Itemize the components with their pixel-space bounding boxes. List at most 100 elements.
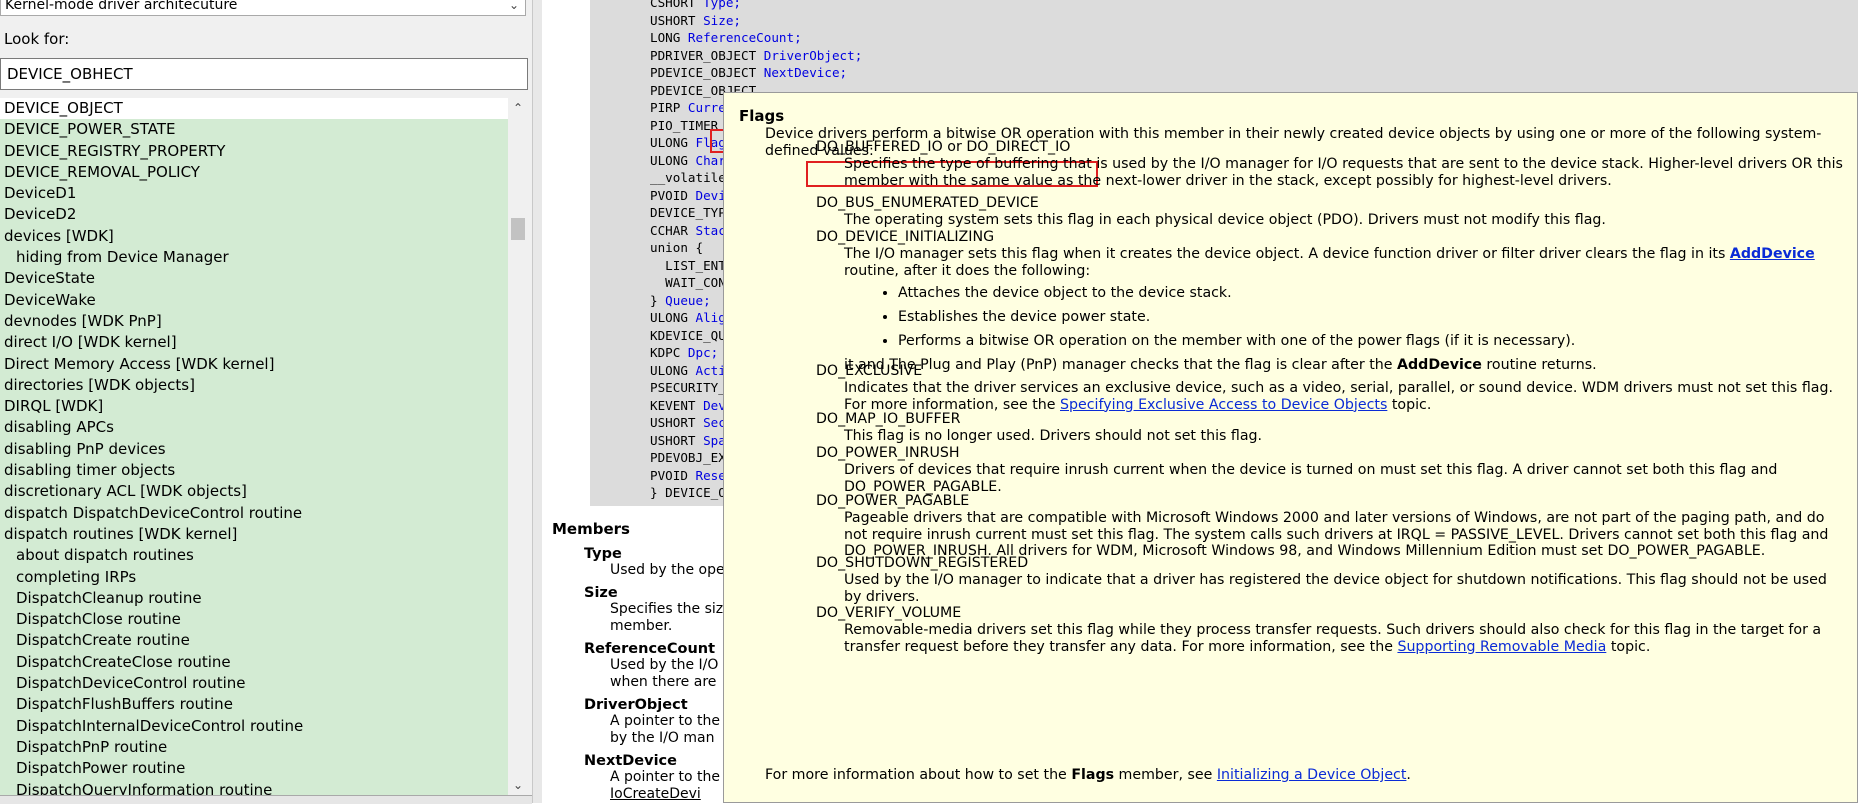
member-desc: member.	[610, 618, 673, 634]
list-item[interactable]: disabling PnP devices	[0, 438, 508, 461]
member-desc[interactable]: IoCreateDevi	[610, 786, 732, 803]
code-type: KDPC	[650, 345, 688, 360]
flag-entry: DO_POWER_INRUSH Drivers of devices that r…	[816, 445, 1844, 495]
flag-desc-link[interactable]: AddDevice	[1730, 246, 1815, 262]
member-name: Type	[584, 546, 622, 562]
list-item[interactable]: DeviceState	[0, 268, 508, 290]
list-item[interactable]: about dispatch routines	[0, 545, 508, 567]
list-item[interactable]: dispatch DispatchDeviceControl routine	[0, 502, 508, 524]
code-type: LONG	[650, 30, 688, 45]
list-item[interactable]: DispatchCreateClose routine	[0, 651, 508, 674]
flag-name: DO_BUS_ENUMERATED_DEVICE	[816, 195, 1039, 211]
list-item[interactable]: DispatchInternalDeviceControl routine	[0, 715, 508, 737]
code-type: ULONG	[650, 152, 696, 168]
member-desc: Used by the I/O	[610, 657, 719, 673]
footer-text: Flags	[1071, 767, 1115, 783]
code-type: CSHORT	[650, 0, 704, 10]
filter-dropdown[interactable]: Kernel-mode driver architecuture ⌄	[0, 0, 526, 16]
scroll-up-icon[interactable]: ⌃	[508, 98, 528, 118]
scroll-thumb[interactable]	[511, 218, 525, 240]
member-desc: A pointer to the	[610, 769, 721, 785]
code-type: PVOID	[650, 467, 696, 483]
flag-entry: DO_SHUTDOWN_REGISTERED Used by the I/O ma…	[816, 555, 1844, 605]
flag-desc-text: routine, after it does the following:	[844, 262, 1091, 279]
code-member-link[interactable]: DriverObject;	[764, 48, 863, 63]
list-item[interactable]: Direct Memory Access [WDK kernel]	[0, 353, 508, 375]
scroll-down-icon[interactable]: ⌄	[508, 775, 528, 795]
footer-text: member, see	[1114, 767, 1217, 783]
list-item[interactable]: DispatchQueryInformation routine	[0, 779, 508, 795]
member-desc: Used by the ope	[610, 562, 725, 578]
list-item[interactable]: hiding from Device Manager	[0, 247, 508, 269]
code-type: PDEVICE_OBJECT	[650, 65, 764, 80]
list-item[interactable]: DispatchCleanup routine	[0, 587, 508, 610]
chevron-down-icon[interactable]: ⌄	[509, 0, 519, 15]
list-item[interactable]: directories [WDK objects]	[0, 374, 508, 397]
list-item[interactable]: DeviceWake	[0, 289, 508, 311]
code-member-link[interactable]: Size;	[703, 13, 741, 28]
code-type: KEVENT	[650, 397, 704, 413]
code-type: union {	[650, 240, 704, 255]
filter-dropdown-value: Kernel-mode driver architecuture	[5, 0, 238, 13]
bullet-item: Performs a bitwise OR operation on the m…	[898, 333, 1844, 349]
bullet-list: Attaches the device object to the device…	[844, 285, 1844, 349]
code-type: PDRIVER_OBJECT	[650, 47, 764, 63]
list-item[interactable]: DispatchClose routine	[0, 609, 508, 631]
flag-description: Indicates that the driver services an ex…	[816, 380, 1844, 413]
list-item[interactable]: DEVICE_POWER_STATE	[0, 119, 508, 141]
flag-description: Pageable drivers that are compatible wit…	[844, 510, 1829, 559]
member-desc: when there are	[610, 674, 717, 690]
code-member-link[interactable]: Type;	[703, 0, 741, 10]
list-item[interactable]: DEVICE_REGISTRY_PROPERTY	[0, 140, 508, 162]
flag-entry: DO_MAP_IO_BUFFER This flag is no longer u…	[816, 411, 1844, 445]
code-type: USHORT	[650, 12, 704, 28]
list-item[interactable]: DispatchDeviceControl routine	[0, 673, 508, 695]
list-item[interactable]: completing IRPs	[0, 566, 508, 588]
footer-link[interactable]: Initializing a Device Object	[1217, 767, 1407, 783]
list-item[interactable]: discretionary ACL [WDK objects]	[0, 481, 508, 503]
member-name: DriverObject	[584, 697, 688, 713]
list-item[interactable]: DIRQL [WDK]	[0, 396, 508, 418]
flags-tooltip-popup: Flags Device drivers perform a bitwise O…	[723, 92, 1858, 803]
code-member-link[interactable]: NextDevice;	[764, 65, 847, 80]
list-item[interactable]: DEVICE_REMOVAL_POLICY	[0, 161, 508, 184]
lookfor-label: Look for:	[4, 30, 70, 48]
members-heading: Members	[552, 520, 630, 538]
flag-description: Drivers of devices that require inrush c…	[844, 462, 1778, 495]
list-item[interactable]: disabling timer objects	[0, 460, 508, 482]
index-scrollbar[interactable]: ⌃ ⌄	[508, 98, 528, 795]
list-item[interactable]: DispatchPnP routine	[0, 736, 508, 759]
list-item[interactable]: DEVICE_OBJECT	[0, 98, 508, 119]
flag-desc-text: topic.	[1606, 638, 1651, 655]
code-member-link[interactable]: Queue;	[665, 293, 711, 308]
list-item[interactable]: DispatchCreate routine	[0, 630, 508, 652]
flag-desc-link[interactable]: Supporting Removable Media	[1397, 639, 1606, 655]
index-list[interactable]: DEVICE_OBJECT DEVICE_POWER_STATE DEVICE_RE…	[0, 98, 508, 795]
flag-description: The operating system sets this flag in e…	[844, 212, 1606, 228]
flag-entry: DO_DEVICE_INITIALIZING The I/O manager se…	[816, 229, 1844, 374]
list-item[interactable]: dispatch routines [WDK kernel]	[0, 523, 508, 546]
list-item[interactable]: DeviceD2	[0, 204, 508, 226]
member-desc: Specifies the siz	[610, 601, 724, 617]
flag-description: The I/O manager sets this flag when it c…	[816, 246, 1844, 374]
list-item[interactable]: DispatchFlushBuffers routine	[0, 694, 508, 716]
flag-desc-text: Removable-media drivers set this flag wh…	[844, 622, 1822, 655]
flag-entry: DO_EXCLUSIVE Indicates that the driver se…	[816, 363, 1844, 413]
flag-description: This flag is no longer used. Drivers sho…	[844, 428, 1263, 444]
lookfor-input[interactable]: DEVICE_OBHECT	[0, 58, 528, 90]
code-member-link[interactable]: ReferenceCount;	[688, 30, 802, 45]
list-item[interactable]: direct I/O [WDK kernel]	[0, 332, 508, 354]
flag-description: Removable-media drivers set this flag wh…	[816, 622, 1844, 655]
list-item[interactable]: disabling APCs	[0, 417, 508, 439]
index-pane: Kernel-mode driver architecuture ⌄ Look …	[0, 0, 532, 804]
list-item[interactable]: devnodes [WDK PnP]	[0, 310, 508, 333]
flag-description: Used by the I/O manager to indicate that…	[844, 572, 1827, 605]
flag-name: DO_POWER_INRUSH	[816, 445, 960, 461]
code-member-link[interactable]: Dpc;	[688, 345, 718, 360]
bullet-item: Establishes the device power state.	[898, 309, 1844, 325]
list-item[interactable]: DeviceD1	[0, 183, 508, 205]
flag-name: DO_VERIFY_VOLUME	[816, 605, 962, 621]
list-item[interactable]: DispatchPower routine	[0, 758, 508, 780]
tooltip-footer: For more information about how to set th…	[765, 767, 1411, 783]
list-item[interactable]: devices [WDK]	[0, 225, 508, 248]
